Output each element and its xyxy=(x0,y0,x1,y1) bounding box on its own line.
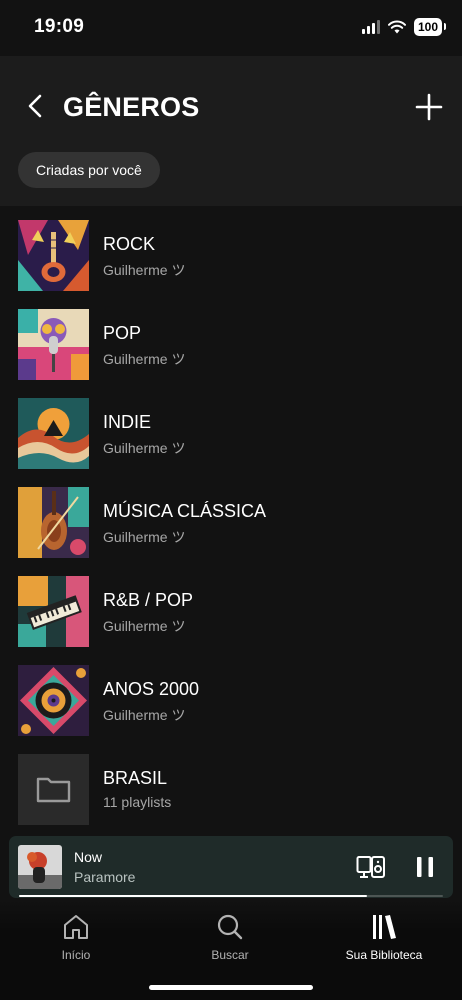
nav-home-label: Início xyxy=(61,948,91,962)
cellular-signal-icon xyxy=(361,20,380,34)
item-title: POP xyxy=(103,323,142,343)
search-icon xyxy=(217,914,243,940)
back-arrow-icon[interactable] xyxy=(22,92,50,120)
status-time: 19:09 xyxy=(34,16,85,37)
anos-2000-cover-icon xyxy=(18,665,89,736)
library-header: GÊNEROS Criadas por você xyxy=(0,56,462,206)
library-icon xyxy=(373,915,396,939)
item-title: ROCK xyxy=(103,234,156,254)
mini-player[interactable]: Now Paramore xyxy=(9,836,453,898)
item-title: ANOS 2000 xyxy=(103,679,200,699)
item-title: MÚSICA CLÁSSICA xyxy=(103,501,267,521)
home-icon xyxy=(64,915,88,939)
now-playing-title: Now xyxy=(74,849,103,865)
nav-library[interactable]: Sua Biblioteca xyxy=(324,912,444,962)
nav-library-label: Sua Biblioteca xyxy=(345,948,423,962)
item-subtitle: Guilherme ツ xyxy=(103,618,186,634)
list-item[interactable]: R&B / POP Guilherme ツ xyxy=(0,568,462,648)
playback-progress-fill xyxy=(19,895,367,897)
now-playing-artist: Paramore xyxy=(74,869,136,885)
playback-progress-bar[interactable] xyxy=(19,895,443,897)
list-item[interactable]: BRASIL 11 playlists xyxy=(0,746,462,826)
page-title: GÊNEROS xyxy=(63,92,200,122)
nav-search[interactable]: Buscar xyxy=(170,912,290,962)
pause-icon[interactable] xyxy=(412,853,438,881)
folder-icon xyxy=(18,754,89,825)
nav-search-label: Buscar xyxy=(211,948,249,962)
list-item[interactable]: ANOS 2000 Guilherme ツ xyxy=(0,657,462,737)
rnb-cover-icon xyxy=(18,576,89,647)
item-subtitle: Guilherme ツ xyxy=(103,351,186,367)
filter-chip-created-by-you[interactable]: Criadas por você xyxy=(18,152,160,188)
plus-icon[interactable] xyxy=(414,92,444,122)
item-subtitle: 11 playlists xyxy=(103,794,172,810)
item-subtitle: Guilherme ツ xyxy=(103,707,186,723)
nav-home[interactable]: Início xyxy=(16,912,136,962)
pop-cover-icon xyxy=(18,309,89,380)
classical-cover-icon xyxy=(18,487,89,558)
indie-cover-icon xyxy=(18,398,89,469)
item-title: R&B / POP xyxy=(103,590,194,610)
home-indicator xyxy=(149,985,313,990)
list-item[interactable]: INDIE Guilherme ツ xyxy=(0,390,462,470)
rock-cover-icon xyxy=(18,220,89,291)
wifi-icon xyxy=(387,20,406,34)
item-subtitle: Guilherme ツ xyxy=(103,529,186,545)
status-bar: 19:09 100 xyxy=(0,0,462,56)
list-item[interactable]: POP Guilherme ツ xyxy=(0,301,462,381)
status-icons: 100 xyxy=(361,18,447,36)
item-subtitle: Guilherme ツ xyxy=(103,262,186,278)
item-title: BRASIL xyxy=(103,768,168,788)
connect-device-icon[interactable] xyxy=(356,853,386,881)
item-subtitle: Guilherme ツ xyxy=(103,440,186,456)
battery-indicator: 100 xyxy=(413,18,447,36)
list-item[interactable]: ROCK Guilherme ツ xyxy=(0,212,462,292)
item-title: INDIE xyxy=(103,412,152,432)
album-art xyxy=(18,845,62,889)
list-item[interactable]: MÚSICA CLÁSSICA Guilherme ツ xyxy=(0,479,462,559)
